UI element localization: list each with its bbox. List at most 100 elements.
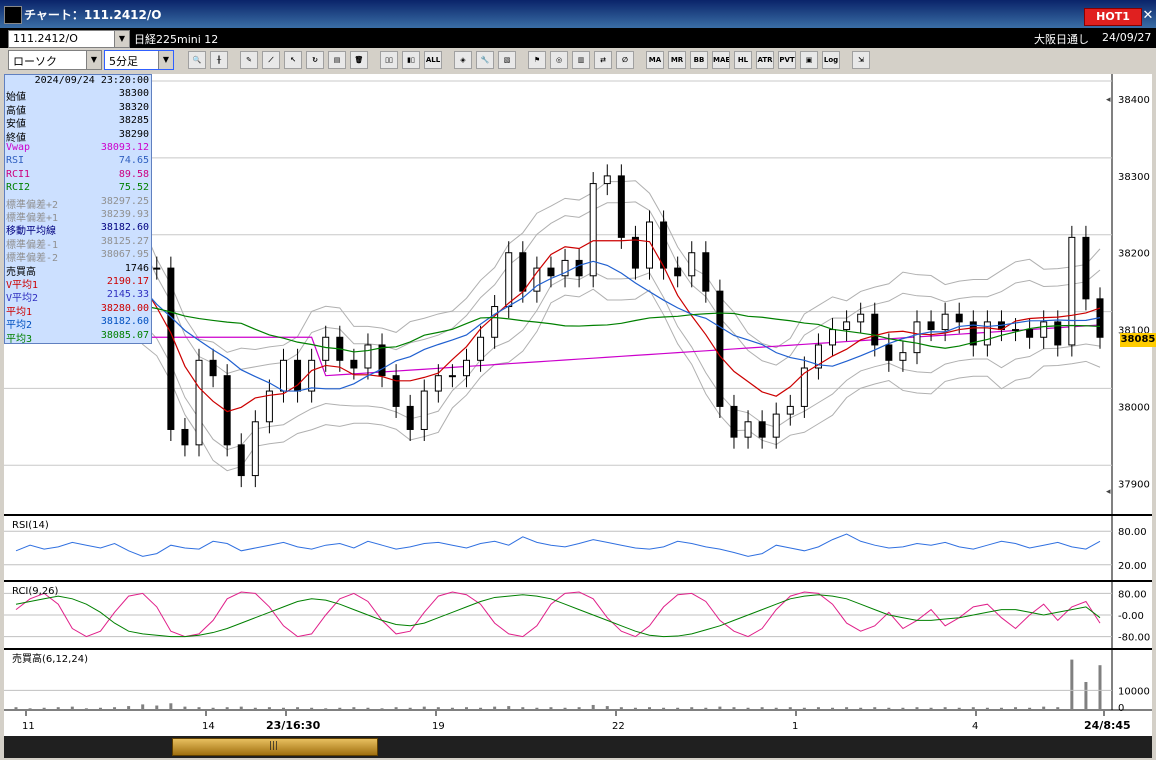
volume-bar: [760, 707, 764, 710]
volume-bar: [113, 707, 117, 710]
volume-bar: [155, 705, 159, 710]
volume-bar: [943, 707, 947, 710]
chart-svg[interactable]: 384003830038200381003800037900◂◂RSI(14)8…: [4, 74, 1152, 736]
chart-type-select[interactable]: ローソク ▼: [8, 50, 102, 70]
code-select[interactable]: 111.2412/O ▼: [8, 30, 130, 48]
color-icon[interactable]: ▧: [498, 51, 516, 69]
candle-width-icon[interactable]: ▯▯: [380, 51, 398, 69]
info-value: 89.58: [118, 168, 149, 180]
volume-bar: [197, 707, 201, 710]
candle-body: [843, 321, 851, 331]
volume-bar: [324, 708, 328, 710]
volume-bar: [127, 706, 131, 710]
trash-icon[interactable]: 🗑: [350, 51, 368, 69]
bb-icon[interactable]: BB: [690, 51, 708, 69]
volume-bar: [521, 707, 525, 710]
tool-icon[interactable]: 🔧: [476, 51, 494, 69]
pen-icon[interactable]: ✎: [240, 51, 258, 69]
volume-bar: [70, 706, 74, 710]
scrollbar-thumb[interactable]: |||: [172, 738, 378, 756]
volume-bar: [929, 707, 933, 710]
redo-icon[interactable]: ↻: [306, 51, 324, 69]
volume-bar: [394, 707, 398, 710]
ma-icon[interactable]: MA: [646, 51, 664, 69]
volume-bar: [493, 706, 497, 710]
volume-bar: [915, 707, 919, 710]
info-label: RCI1: [6, 168, 31, 180]
x-tick-label: 11: [22, 721, 35, 732]
crosshair-icon[interactable]: ╫: [210, 51, 228, 69]
zoom-icon[interactable]: 🔍: [188, 51, 206, 69]
panel-divider: [4, 580, 1152, 582]
price-tick-label: 38400: [1118, 95, 1150, 106]
window-icon[interactable]: ▣: [800, 51, 818, 69]
info-row: RCI1 89.58: [5, 169, 151, 182]
time-scrollbar[interactable]: |||: [4, 736, 1152, 758]
x-tick-label: 4: [972, 721, 978, 732]
hot1-button[interactable]: HOT1: [1084, 8, 1142, 26]
export-icon[interactable]: ⇲: [852, 51, 870, 69]
volume-bar: [648, 707, 652, 710]
compare-icon[interactable]: ⇄: [594, 51, 612, 69]
candle-body: [195, 359, 203, 446]
volume-bar: [971, 707, 975, 710]
chevron-down-icon[interactable]: ▼: [158, 51, 173, 69]
chart-area[interactable]: 38400 38300 38200 38100 38000 37900 ◂ ◂ RSI(14) 8…: [4, 74, 1152, 736]
log-icon[interactable]: Log: [822, 51, 840, 69]
volume-bar: [380, 708, 384, 710]
info-value: 38067.95: [100, 249, 149, 261]
note-icon[interactable]: ▤: [328, 51, 346, 69]
candle-body: [279, 359, 287, 392]
all-icon[interactable]: ALL: [424, 51, 442, 69]
chevron-down-icon[interactable]: ▼: [114, 31, 129, 47]
volume-bar: [42, 707, 46, 710]
hl-icon[interactable]: HL: [734, 51, 752, 69]
bollinger-band-line: [15, 91, 1101, 353]
candle-body: [406, 405, 414, 430]
candle-body: [871, 313, 879, 346]
candle-narrow-icon[interactable]: ▮▯: [402, 51, 420, 69]
cursor-icon[interactable]: ↖: [284, 51, 302, 69]
info-row: 平均2 38182.60: [5, 316, 151, 331]
volume-bar: [1042, 706, 1046, 710]
panel-divider: [4, 648, 1152, 650]
chevron-down-icon[interactable]: ▼: [86, 51, 101, 69]
mr-icon[interactable]: MR: [668, 51, 686, 69]
title-bar: チャート：111.2412/O HOT1 ✕: [0, 0, 1156, 28]
candle-body: [603, 175, 611, 185]
bar-chart-icon[interactable]: ▥: [572, 51, 590, 69]
atr-icon[interactable]: ATR: [756, 51, 774, 69]
rci-tick-label: -80.00: [1118, 633, 1150, 644]
volume-bar: [1014, 707, 1018, 710]
info-value: 38182.60: [100, 222, 149, 234]
info-label: RSI: [6, 155, 25, 167]
volume-bar: [619, 707, 623, 710]
flag-icon[interactable]: ⚑: [528, 51, 546, 69]
trendline-icon[interactable]: ⟋: [262, 51, 280, 69]
info-value: 38093.12: [100, 142, 149, 153]
info-row: 標準偏差-2 38067.95: [5, 249, 151, 264]
rsi-line: [15, 533, 1101, 557]
candle-body: [744, 421, 752, 438]
info-row: 安値 38285: [5, 115, 151, 130]
close-icon[interactable]: ✕: [1142, 9, 1154, 23]
info-row: Vwap 38093.12: [5, 142, 151, 155]
indicator-icon[interactable]: ◈: [454, 51, 472, 69]
period-select[interactable]: 5分足 ▼: [104, 50, 174, 70]
candle-body: [350, 359, 358, 369]
disabled-icon[interactable]: ∅: [616, 51, 634, 69]
info-value: 38125.27: [100, 235, 149, 247]
info-value: 75.52: [118, 182, 149, 194]
mae-icon[interactable]: MAE: [712, 51, 730, 69]
volume-bar: [479, 707, 483, 710]
volume-bar: [774, 707, 778, 710]
search-chart-icon[interactable]: ◎: [550, 51, 568, 69]
candle-body: [308, 359, 316, 392]
volume-bar: [816, 707, 820, 710]
pvt-icon[interactable]: PVT: [778, 51, 796, 69]
candle-body: [955, 313, 963, 323]
volume-bar: [183, 706, 187, 710]
volume-bar: [352, 707, 356, 710]
volume-bar: [901, 707, 905, 710]
volume-bar: [296, 707, 300, 710]
